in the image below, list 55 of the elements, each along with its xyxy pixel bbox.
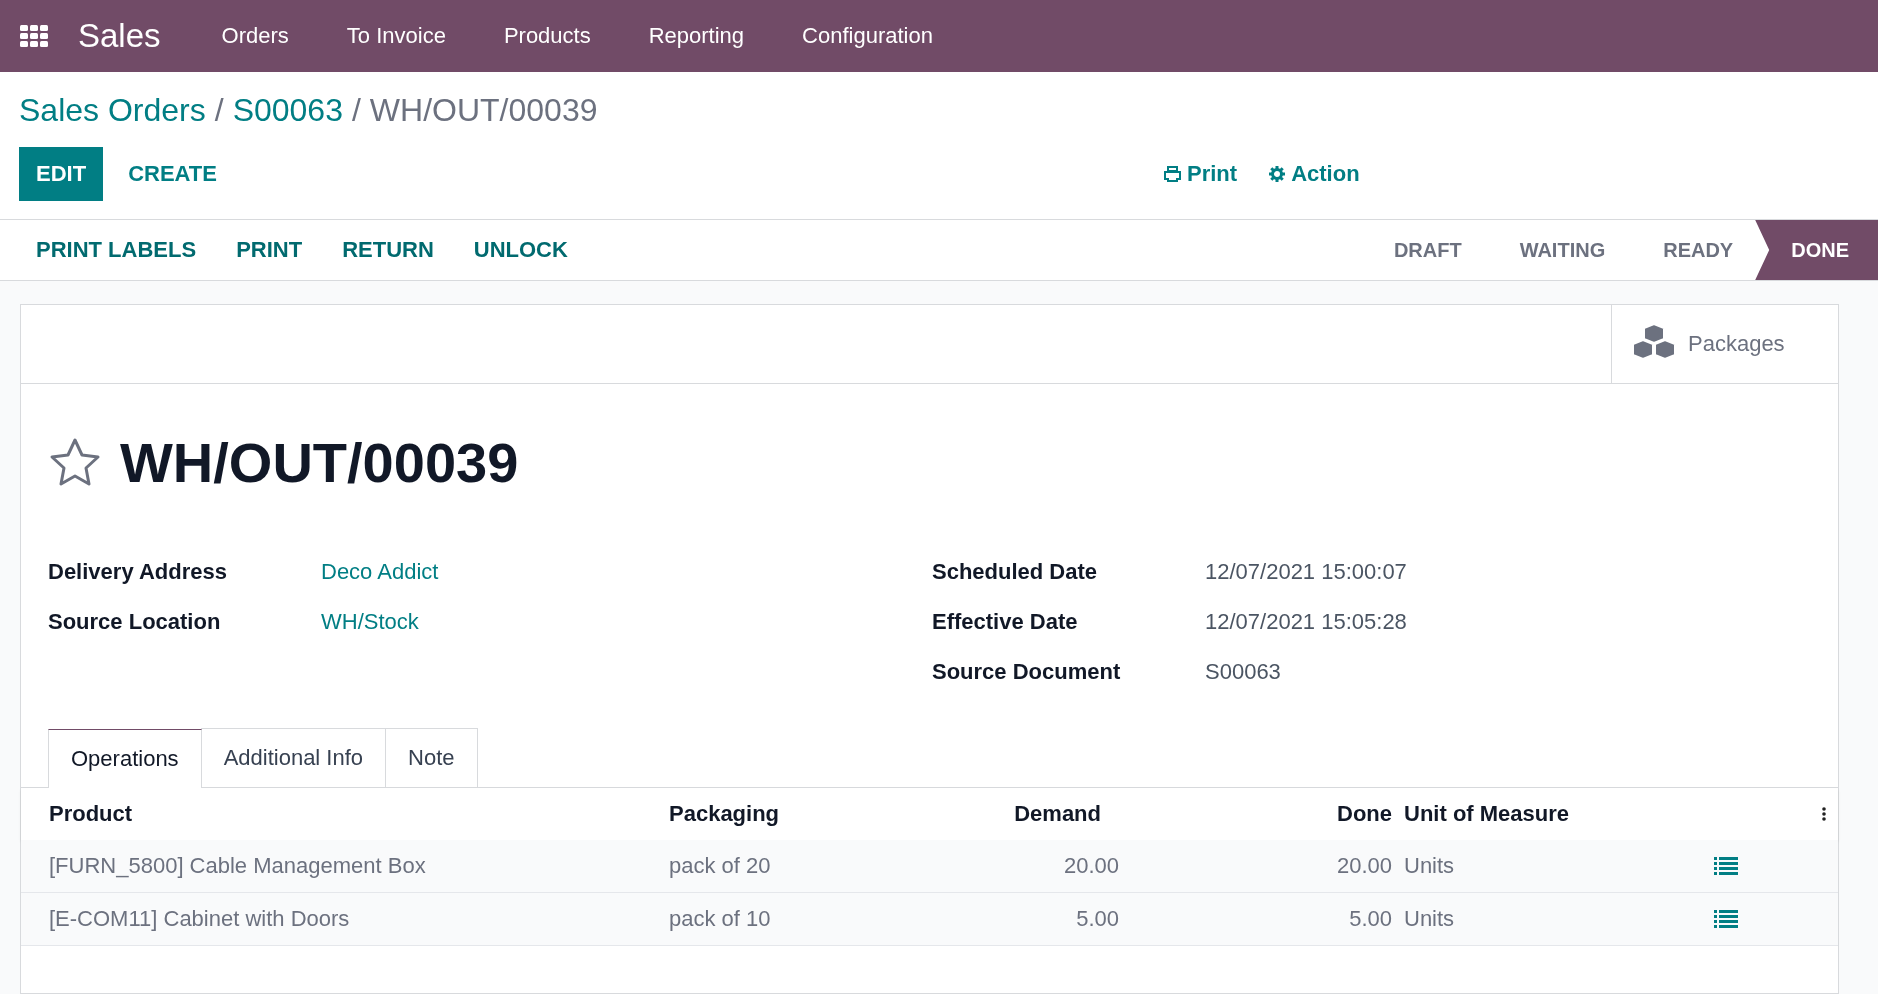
field-link[interactable]: Deco Addict <box>321 559 439 585</box>
table-cell-text: pack of 20 <box>669 853 772 879</box>
action-dropdown[interactable]: Print <box>1164 161 1238 187</box>
table-cell-text: Units <box>1404 853 1456 879</box>
field-value: S00063 <box>1205 659 1281 685</box>
menu-item[interactable]: To Invoice <box>346 23 446 49</box>
app-name[interactable]: Sales <box>78 17 161 55</box>
menu-item[interactable]: Reporting <box>648 23 745 49</box>
header-button[interactable]: UNLOCK <box>456 229 585 271</box>
table-cell-text: pack of 10 <box>669 906 772 932</box>
column-header[interactable]: Product <box>49 801 669 827</box>
table-cell-text: 20.00 <box>1062 853 1119 879</box>
table-cell-text: 5.00 <box>1075 906 1119 932</box>
field-label: Source Location <box>48 609 222 635</box>
table-cell-text: [E-COM11] Cabinet with Doors <box>49 906 351 932</box>
notebook-tab[interactable]: Note <box>385 728 478 787</box>
printer-icon <box>1164 166 1181 182</box>
column-header[interactable]: Unit of Measure <box>1404 801 1714 827</box>
menu-item[interactable]: Products <box>503 23 591 49</box>
table-cell-text: 20.00 <box>1335 853 1393 879</box>
header-button[interactable]: RETURN <box>325 229 451 271</box>
table-cell-text: 5.00 <box>1348 906 1393 932</box>
header-button[interactable]: PRINT LABELS <box>19 229 214 271</box>
field-label: Scheduled Date <box>932 559 1099 585</box>
menu-item[interactable]: Configuration <box>802 23 933 49</box>
create-button[interactable]: CREATE <box>111 147 234 201</box>
menu-item[interactable]: Orders <box>221 23 289 49</box>
apps-grid-icon[interactable] <box>20 24 48 48</box>
status-step[interactable]: DONE <box>1755 220 1878 280</box>
breadcrumb-link[interactable]: Sales Orders <box>19 92 206 129</box>
column-header[interactable]: Done <box>1119 801 1404 827</box>
edit-button[interactable]: EDIT <box>19 147 104 201</box>
breadcrumb-link[interactable]: S00063 <box>232 92 343 129</box>
field-label: Effective Date <box>932 609 1079 635</box>
table-cell-text: Units <box>1404 906 1456 932</box>
notebook-tab[interactable]: Operations <box>48 729 202 788</box>
list-details-icon[interactable] <box>1714 910 1738 928</box>
breadcrumb-current: WH/OUT/00039 <box>369 92 598 129</box>
breadcrumb-separator: / <box>351 92 361 129</box>
column-header[interactable]: Packaging <box>669 801 939 827</box>
packages-button[interactable]: Packages <box>1611 305 1838 383</box>
action-dropdown[interactable]: Action <box>1269 161 1360 187</box>
header-button[interactable]: PRINT <box>219 229 320 271</box>
column-header[interactable]: Demand <box>939 801 1119 827</box>
field-label: Source Document <box>932 659 1122 685</box>
field-value: 12/07/2021 15:00:07 <box>1205 559 1407 585</box>
kebab-menu-icon[interactable] <box>1822 807 1826 821</box>
record-title: WH/OUT/00039 <box>120 430 519 495</box>
table-cell-text: [FURN_5800] Cable Management Box <box>49 853 427 879</box>
field-label: Delivery Address <box>48 559 228 585</box>
breadcrumb-separator: / <box>214 92 224 129</box>
field-value: 12/07/2021 15:05:28 <box>1205 609 1407 635</box>
field-link[interactable]: WH/Stock <box>321 609 419 635</box>
gear-icon <box>1269 166 1286 182</box>
list-details-icon[interactable] <box>1714 857 1738 875</box>
